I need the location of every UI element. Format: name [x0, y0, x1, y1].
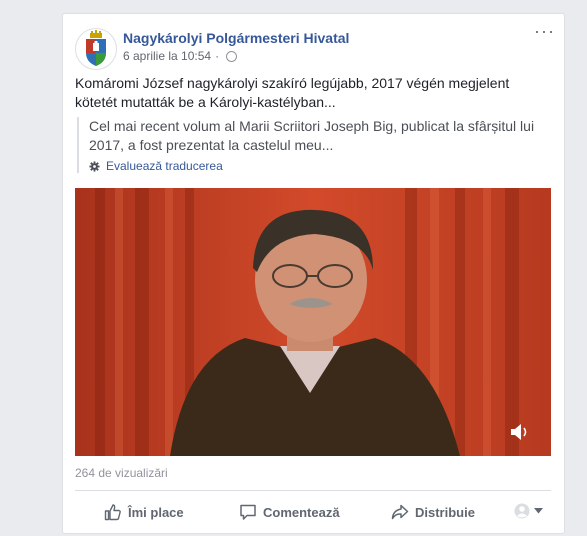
actions-bar: Îmi place Comentează Distribuie: [75, 491, 551, 531]
post-text: Komáromi József nagykárolyi szakíró legú…: [75, 75, 510, 110]
views-count: 264 de vizualizări: [75, 466, 168, 480]
post-timestamp[interactable]: 6 aprilie la 10:54: [123, 49, 211, 63]
avatar-icon: [514, 503, 530, 519]
rate-translation[interactable]: Evaluează traducerea: [89, 159, 559, 173]
meta-separator: ·: [215, 49, 220, 63]
share-label: Distribuie: [415, 504, 475, 520]
comment-icon: [240, 504, 256, 520]
reaction-selector[interactable]: [514, 503, 543, 519]
page-name-link[interactable]: Nagykárolyi Polgármesteri Hivatal: [123, 30, 349, 46]
rate-translation-label[interactable]: Evaluează traducerea: [106, 159, 223, 173]
like-label: Îmi place: [128, 504, 184, 520]
thumbs-up-icon: [104, 504, 121, 521]
translation-text: Cel mai recent volum al Marii Scriitori …: [89, 118, 535, 153]
gear-icon: [89, 160, 100, 172]
like-button[interactable]: Îmi place: [104, 503, 184, 521]
chevron-down-icon: [534, 508, 543, 514]
globe-icon[interactable]: [226, 50, 238, 62]
coat-of-arms-icon: [86, 30, 106, 66]
comment-label: Comentează: [263, 504, 340, 520]
video-player[interactable]: [75, 188, 551, 456]
comment-button[interactable]: Comentează: [239, 503, 340, 521]
share-button[interactable]: Distribuie: [391, 503, 475, 521]
translation-block: Cel mai recent volum al Marii Scriitori …: [77, 117, 559, 173]
video-frame: [75, 188, 551, 456]
more-options-button[interactable]: ···: [534, 22, 555, 40]
share-arrow-icon: [391, 504, 409, 520]
page-avatar[interactable]: [75, 28, 117, 70]
post-meta: 6 aprilie la 10:54 ·: [123, 49, 238, 63]
post-card: Nagykárolyi Polgármesteri Hivatal 6 apri…: [62, 13, 565, 534]
